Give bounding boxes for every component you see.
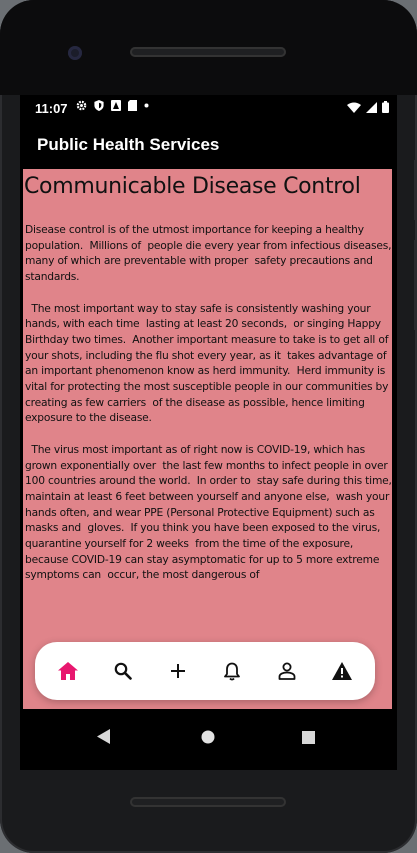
wifi-icon: [347, 102, 361, 113]
search-icon: [114, 662, 132, 680]
front-camera: [68, 46, 82, 60]
home-circle-icon: [201, 730, 215, 744]
plus-icon: [170, 664, 185, 678]
settings-gear-icon: [76, 100, 87, 111]
earpiece-speaker: [130, 47, 286, 57]
app-bar-title: Public Health Services: [37, 135, 220, 154]
app-bar: Public Health Services: [20, 123, 397, 169]
dot-icon: [144, 103, 149, 108]
battery-icon: [382, 101, 389, 113]
back-triangle-icon: [97, 729, 110, 744]
nav-alerts-button[interactable]: [324, 653, 360, 689]
system-navigation-bar: [20, 709, 397, 770]
article-content[interactable]: Communicable Disease Control Disease con…: [23, 169, 392, 709]
phone-frame: 11:07 Public Health Services Communicabl…: [0, 0, 417, 853]
home-system-button[interactable]: [201, 729, 215, 748]
nav-home-button[interactable]: [50, 653, 86, 689]
person-icon: [278, 662, 296, 680]
nav-notifications-button[interactable]: [214, 653, 250, 689]
article-title: Communicable Disease Control: [24, 174, 361, 199]
bell-icon: [224, 662, 241, 681]
signal-icon: [366, 101, 377, 113]
device-screen: 11:07 Public Health Services Communicabl…: [20, 95, 397, 770]
bottom-speaker: [130, 797, 286, 807]
article-body: Disease control is of the utmost importa…: [25, 223, 392, 582]
status-time: 11:07: [35, 101, 68, 116]
status-bar: 11:07: [20, 95, 397, 123]
nav-add-button[interactable]: [160, 653, 196, 689]
back-button[interactable]: [97, 729, 110, 748]
nav-profile-button[interactable]: [269, 653, 305, 689]
bottom-navigation: [35, 642, 375, 700]
recents-button[interactable]: [302, 729, 315, 748]
sd-card-icon: [128, 100, 137, 111]
nav-search-button[interactable]: [105, 653, 141, 689]
home-icon: [58, 662, 79, 680]
app-notification-icon: [111, 100, 121, 111]
recents-square-icon: [302, 731, 315, 744]
shield-icon: [94, 100, 104, 111]
warning-icon: [331, 662, 352, 680]
